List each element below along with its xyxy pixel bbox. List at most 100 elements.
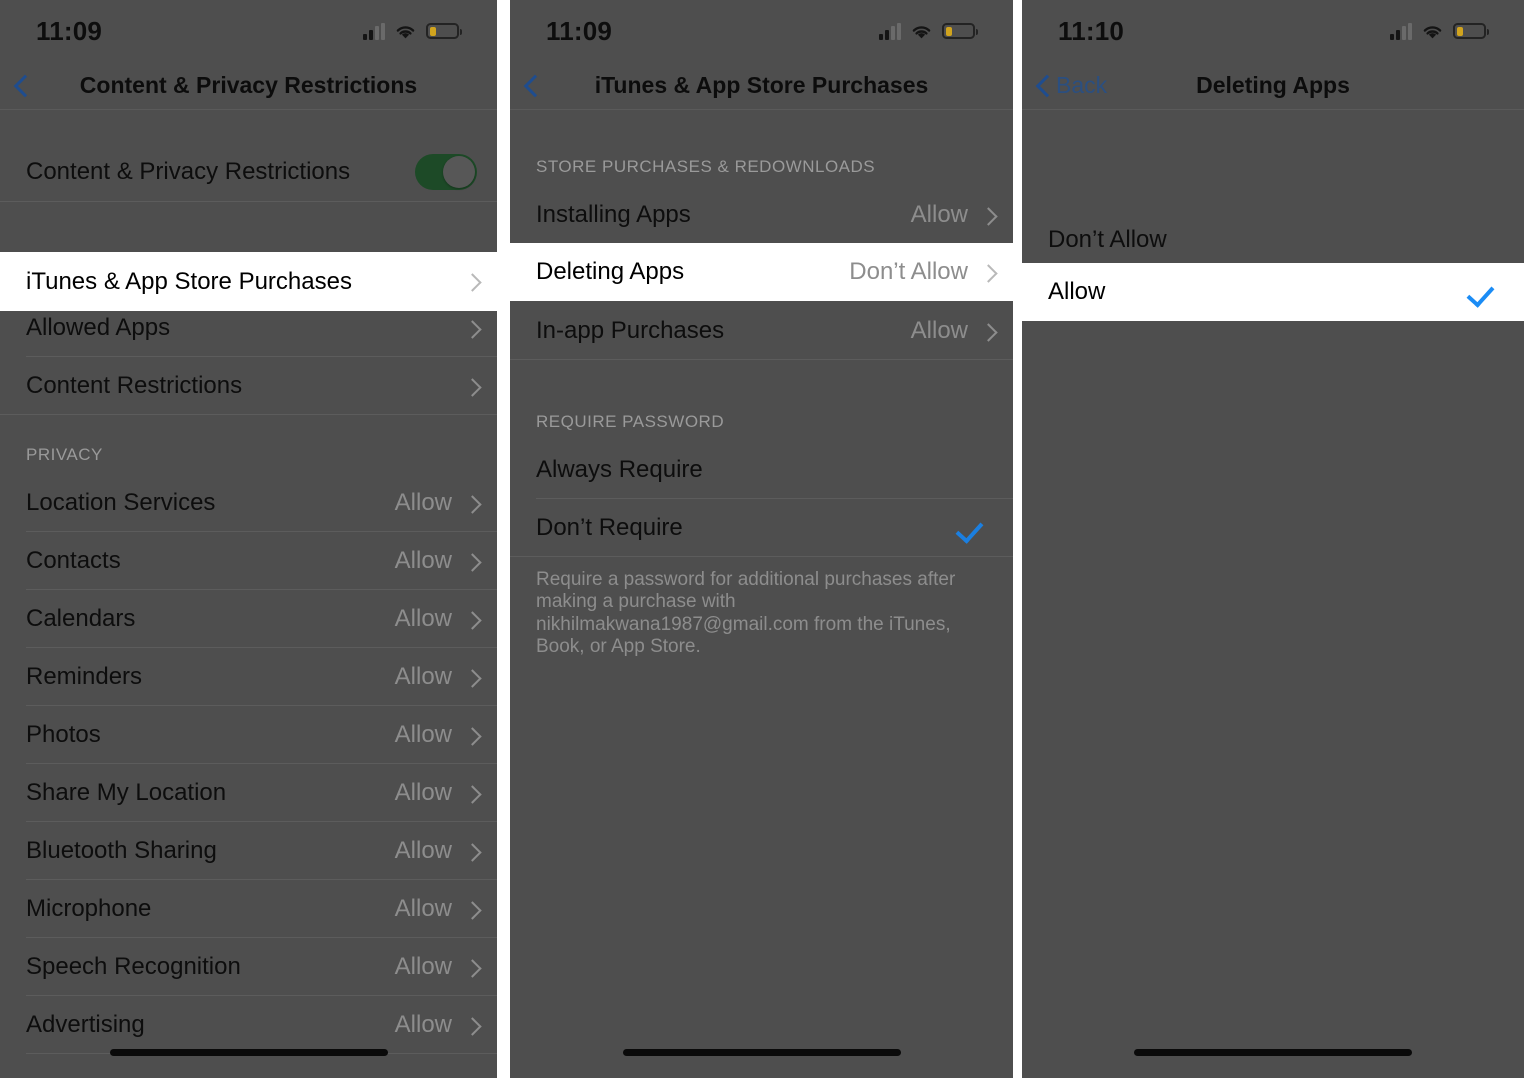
row-share-my-location[interactable]: Share My Location Allow — [0, 764, 497, 822]
chevron-right-icon — [466, 842, 477, 861]
row-label: Contacts — [26, 547, 121, 574]
status-icons — [363, 22, 462, 40]
phone-screen: 11:09 iTunes & App Store Purchases STORE… — [510, 0, 1013, 1078]
battery-low-icon — [426, 23, 462, 39]
chevron-right-icon — [466, 319, 477, 338]
row-label: Don’t Allow — [1048, 226, 1167, 253]
status-icons — [879, 22, 978, 40]
row-value: Allow — [394, 489, 452, 516]
row-label: Deleting Apps — [536, 258, 685, 285]
chevron-right-icon — [466, 958, 477, 977]
row-label: Always Require — [536, 456, 703, 483]
row-bluetooth-sharing[interactable]: Bluetooth Sharing Allow — [0, 822, 497, 880]
row-installing-apps[interactable]: Installing Apps Allow — [510, 186, 1013, 244]
battery-low-icon — [942, 23, 978, 39]
row-value: Allow — [394, 547, 452, 574]
row-value: Allow — [394, 1011, 452, 1038]
cellular-signal-icon — [1390, 22, 1412, 40]
require-password-footnote: Require a password for additional purcha… — [536, 569, 956, 658]
home-indicator — [622, 1049, 901, 1056]
row-label: Allow — [1048, 278, 1106, 305]
row-label: In-app Purchases — [536, 317, 725, 344]
row-microphone[interactable]: Microphone Allow — [0, 880, 497, 938]
row-label: Calendars — [26, 605, 136, 632]
checkmark-icon — [1470, 279, 1496, 305]
home-indicator — [1134, 1049, 1412, 1056]
row-label: Installing Apps — [536, 201, 691, 228]
status-icons — [1390, 22, 1489, 40]
row-photos[interactable]: Photos Allow — [0, 706, 497, 764]
row-value: Allow — [910, 317, 968, 344]
row-value: Allow — [394, 895, 452, 922]
row-label: Microphone — [26, 895, 152, 922]
wifi-icon — [910, 23, 933, 40]
row-in-app-purchases[interactable]: In-app Purchases Allow — [510, 302, 1013, 360]
highlighted-row-deleting-apps[interactable]: Deleting Apps Don’t Allow — [510, 243, 1013, 301]
back-button[interactable] — [0, 75, 34, 97]
cellular-signal-icon — [879, 22, 901, 40]
chevron-right-icon — [466, 726, 477, 745]
highlight-slot — [1022, 153, 1524, 211]
checkmark-icon — [959, 515, 985, 541]
row-label: Speech Recognition — [26, 953, 241, 980]
nav-bar: iTunes & App Store Purchases — [510, 62, 1013, 109]
home-indicator — [109, 1049, 388, 1056]
row-label: Don’t Require — [536, 514, 683, 541]
row-label: Share My Location — [26, 779, 227, 806]
row-speech-recognition[interactable]: Speech Recognition Allow — [0, 938, 497, 996]
chevron-left-icon — [1036, 75, 1049, 97]
row-dont-allow[interactable]: Don’t Allow — [1022, 211, 1524, 269]
nav-bar: Content & Privacy Restrictions — [0, 62, 497, 109]
phone-screen: 11:10 Back Deleting Apps Don’t Allow All… — [1022, 0, 1524, 1078]
content-privacy-toggle[interactable] — [415, 153, 477, 190]
row-value: Don’t Allow — [849, 258, 968, 285]
row-label: iTunes & App Store Purchases — [26, 267, 352, 295]
chevron-right-icon — [466, 784, 477, 803]
wifi-icon — [394, 23, 417, 40]
battery-low-icon — [1453, 23, 1489, 39]
row-location-services[interactable]: Location Services Allow — [0, 474, 497, 532]
row-dont-require[interactable]: Don’t Require — [510, 499, 1013, 557]
row-separator — [0, 414, 497, 415]
chevron-right-icon — [466, 377, 477, 396]
status-time: 11:09 — [546, 15, 613, 46]
toggle-knob — [443, 155, 475, 188]
highlighted-row-allow[interactable]: Allow — [1022, 263, 1524, 321]
chevron-right-icon — [466, 494, 477, 513]
row-value: Allow — [394, 663, 452, 690]
back-button[interactable]: Back — [1022, 72, 1107, 99]
row-separator — [0, 201, 497, 202]
chevron-right-icon — [466, 668, 477, 687]
row-separator — [510, 556, 1013, 557]
row-label: Bluetooth Sharing — [26, 837, 217, 864]
phone-screen: 11:09 Content & Privacy Restrictions Con… — [0, 0, 497, 1078]
row-calendars[interactable]: Calendars Allow — [0, 590, 497, 648]
row-reminders[interactable]: Reminders Allow — [0, 648, 497, 706]
row-contacts[interactable]: Contacts Allow — [0, 532, 497, 590]
panel-deleting-apps: 11:10 Back Deleting Apps Don’t Allow All… — [1022, 0, 1524, 1078]
row-advertising[interactable]: Advertising Allow — [0, 996, 497, 1054]
row-value: Allow — [394, 779, 452, 806]
page-title: iTunes & App Store Purchases — [594, 72, 929, 98]
row-value: Allow — [394, 953, 452, 980]
row-always-require[interactable]: Always Require — [510, 441, 1013, 499]
back-button-label: Back — [1056, 72, 1108, 98]
settings-list: Don’t Allow — [1022, 110, 1524, 1078]
row-label: Allowed Apps — [26, 314, 171, 341]
status-bar: 11:09 — [0, 0, 497, 62]
section-header-require-password: REQUIRE PASSWORD — [536, 412, 725, 431]
row-label: Content & Privacy Restrictions — [26, 157, 351, 185]
chevron-right-icon — [466, 1016, 477, 1035]
highlighted-row-itunes-app-store-purchases[interactable]: iTunes & App Store Purchases — [0, 252, 497, 311]
back-button[interactable] — [510, 75, 544, 97]
chevron-right-icon — [466, 552, 477, 571]
section-header-store-purchases: STORE PURCHASES & REDOWNLOADS — [536, 157, 876, 176]
chevron-right-icon — [466, 610, 477, 629]
row-content-restrictions[interactable]: Content Restrictions — [0, 357, 497, 415]
row-content-privacy-toggle[interactable]: Content & Privacy Restrictions — [0, 141, 497, 202]
chevron-right-icon — [982, 322, 993, 341]
status-time: 11:10 — [1058, 15, 1125, 46]
